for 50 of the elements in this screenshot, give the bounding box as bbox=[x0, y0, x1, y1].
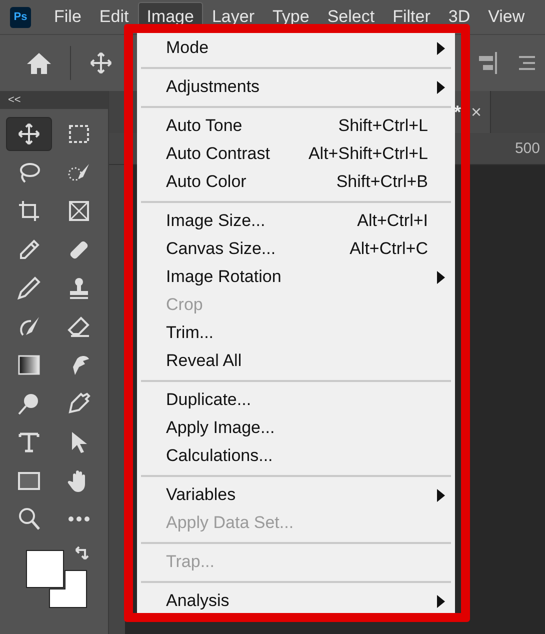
move-icon[interactable] bbox=[89, 51, 113, 75]
menu-item[interactable]: Filter bbox=[384, 2, 440, 32]
background-swatch[interactable] bbox=[49, 570, 87, 608]
marquee-icon bbox=[67, 122, 91, 146]
move-icon bbox=[17, 122, 41, 146]
home-icon[interactable] bbox=[26, 52, 52, 74]
menu-item[interactable]: File bbox=[45, 2, 90, 32]
close-button[interactable]: × bbox=[471, 102, 482, 122]
menu-item[interactable]: Select bbox=[318, 2, 384, 32]
submenu-arrow-icon bbox=[437, 489, 445, 502]
ruler-label: 500 bbox=[514, 140, 541, 157]
menu-item[interactable]: Layer bbox=[202, 2, 264, 32]
search-icon bbox=[17, 507, 41, 531]
menu-item[interactable]: Type bbox=[263, 2, 318, 32]
align-icon[interactable] bbox=[479, 52, 497, 74]
menu-option[interactable]: Apply Image... bbox=[137, 414, 455, 442]
menu-option[interactable]: Reveal All bbox=[137, 347, 455, 375]
more-icon bbox=[67, 516, 91, 522]
menu-item[interactable]: 3D bbox=[439, 2, 480, 32]
crop-icon bbox=[17, 199, 41, 223]
foreground-swatch[interactable] bbox=[26, 550, 64, 588]
menu-option[interactable]: Calculations... bbox=[137, 442, 455, 470]
menu-option[interactable]: Image Size... Alt+Ctrl+I bbox=[137, 207, 455, 235]
eraser-icon bbox=[67, 314, 91, 338]
lasso-icon bbox=[17, 160, 41, 184]
menu-option[interactable]: Auto Contrast Alt+Shift+Ctrl+L bbox=[137, 140, 455, 168]
menu-option[interactable]: Auto Color Shift+Ctrl+B bbox=[137, 168, 455, 196]
collapse-toggle[interactable]: << bbox=[8, 94, 21, 106]
gradient-icon bbox=[17, 353, 41, 377]
frame-icon bbox=[67, 199, 91, 223]
submenu-arrow-icon bbox=[437, 271, 445, 284]
tool-button[interactable] bbox=[6, 117, 52, 151]
submenu-arrow-icon bbox=[437, 595, 445, 608]
stamp-icon bbox=[67, 276, 91, 300]
menu-option[interactable]: Analysis bbox=[137, 587, 455, 615]
menu-option[interactable]: Trim... bbox=[137, 319, 455, 347]
menu-option[interactable]: Image Rotation bbox=[137, 263, 455, 291]
menu-option[interactable]: Duplicate... bbox=[137, 386, 455, 414]
menu-item[interactable]: Edit bbox=[90, 2, 138, 32]
eyedropper-icon bbox=[17, 238, 41, 262]
submenu-arrow-icon bbox=[437, 81, 445, 94]
menu-option[interactable]: Canvas Size... Alt+Ctrl+C bbox=[137, 235, 455, 263]
menu-item[interactable]: View bbox=[479, 2, 534, 32]
swap-icon[interactable] bbox=[74, 546, 90, 562]
menu-option[interactable]: Variables bbox=[137, 481, 455, 509]
pencil-icon bbox=[17, 276, 41, 300]
type-icon bbox=[17, 430, 41, 454]
app-logo: Ps bbox=[10, 6, 31, 28]
submenu-arrow-icon bbox=[437, 42, 445, 55]
pen-icon bbox=[67, 392, 91, 416]
